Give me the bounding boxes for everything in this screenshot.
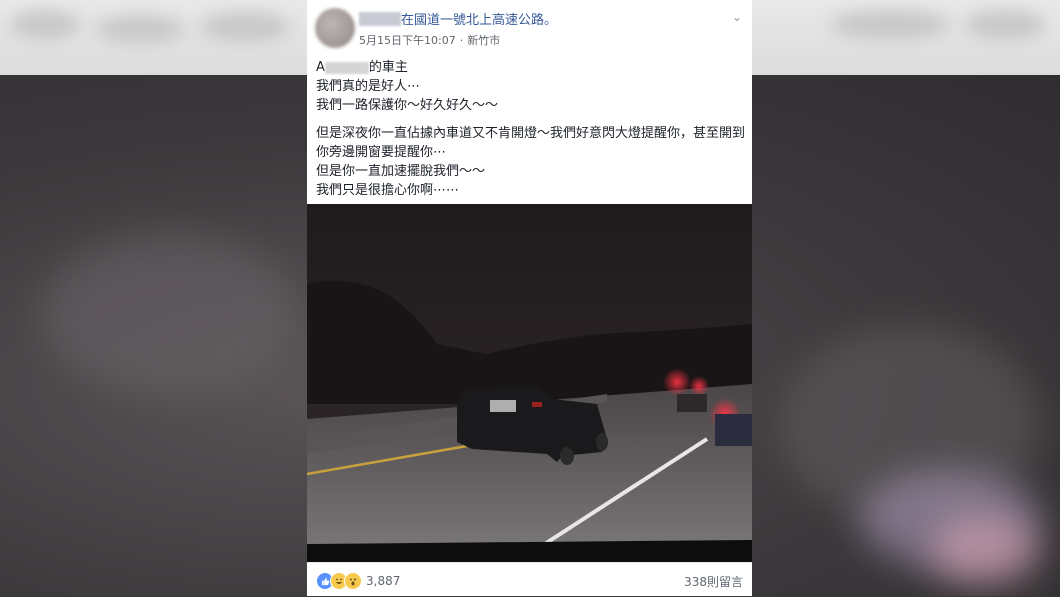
body-line-2: 我們一路保護你～好久好久～～ xyxy=(316,98,499,113)
wow-icon xyxy=(344,572,362,590)
body-line-3: 但是深夜你一直佔據內車道又不肯開燈～我們好意閃大燈提醒你，甚至開到你旁邊開窗要提… xyxy=(316,126,746,160)
body-line-1: 我們真的是好人⋯ xyxy=(316,79,421,94)
owner-prefix: A xyxy=(316,60,325,75)
owner-line: A 的車主 xyxy=(316,58,746,77)
comments-count-link[interactable]: 338則留言 xyxy=(684,573,743,590)
post-footer: 3,887 338則留言 xyxy=(307,562,752,597)
post-body: A 的車主 我們真的是好人⋯ 我們一路保護你～好久好久～～ 但是深夜你一直佔據內車… xyxy=(316,58,746,200)
reaction-count: 3,887 xyxy=(366,574,401,588)
post-city[interactable]: 新竹市 xyxy=(467,34,500,47)
chevron-down-icon[interactable]: ⌄ xyxy=(732,10,742,24)
meta-separator: · xyxy=(459,34,464,47)
owner-suffix: 的車主 xyxy=(368,60,408,75)
post-location[interactable]: 在國道一號北上高速公路。 xyxy=(401,9,557,28)
blurred-author-name[interactable] xyxy=(359,12,401,26)
post-meta: 5月15日下午10:07 · 新竹市 xyxy=(359,32,504,48)
facebook-post-card: 在國道一號北上高速公路。 5月15日下午10:07 · 新竹市 ⌄ A 的車主 我們真… xyxy=(307,0,752,596)
post-header: 在國道一號北上高速公路。 5月15日下午10:07 · 新竹市 ⌄ xyxy=(307,0,752,55)
blurred-plate xyxy=(324,61,369,74)
body-line-4: 但是你一直加速擺脫我們～～ xyxy=(316,164,486,179)
post-photo[interactable] xyxy=(307,204,752,562)
post-timestamp[interactable]: 5月15日下午10:07 xyxy=(359,34,456,47)
avatar[interactable] xyxy=(315,8,355,48)
night-highway-photo xyxy=(307,204,752,562)
reaction-summary[interactable]: 3,887 xyxy=(316,572,400,590)
body-line-5: 我們只是很擔心你啊⋯⋯ xyxy=(316,183,460,198)
